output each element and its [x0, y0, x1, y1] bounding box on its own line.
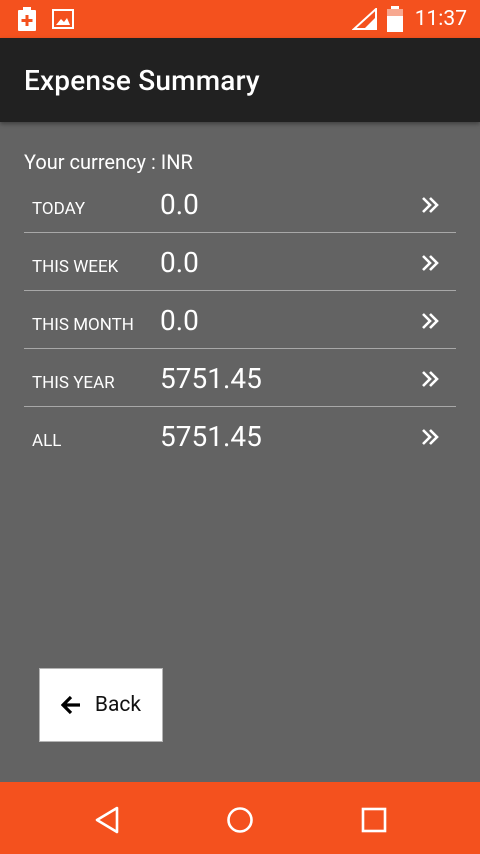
navigation-bar — [0, 782, 480, 854]
summary-list: TODAY 0.0 THIS WEEK 0.0 THIS MONTH 0.0 T… — [24, 175, 456, 464]
back-triangle-icon[interactable] — [89, 802, 125, 838]
app-bar: Expense Summary — [0, 38, 480, 122]
row-label: TODAY — [32, 199, 86, 219]
summary-row-this-year[interactable]: THIS YEAR 5751.45 — [24, 349, 456, 407]
back-button-label: Back — [94, 693, 142, 717]
row-label: THIS YEAR — [32, 373, 115, 393]
row-value: 0.0 — [160, 246, 199, 279]
status-bar: 11:37 — [0, 0, 480, 38]
row-value: 0.0 — [160, 304, 199, 337]
row-value: 0.0 — [160, 188, 199, 221]
currency-label: Your currency : INR — [24, 150, 193, 174]
summary-row-all[interactable]: ALL 5751.45 — [24, 407, 456, 464]
recents-square-icon[interactable] — [356, 802, 392, 838]
row-label: ALL — [32, 431, 62, 451]
double-chevron-right-icon[interactable] — [420, 252, 440, 274]
signal-icon — [352, 8, 377, 30]
double-chevron-right-icon[interactable] — [420, 426, 440, 448]
row-label: THIS MONTH — [32, 315, 134, 335]
row-value: 5751.45 — [160, 362, 262, 395]
double-chevron-right-icon[interactable] — [420, 194, 440, 216]
summary-row-this-week[interactable]: THIS WEEK 0.0 — [24, 233, 456, 291]
double-chevron-right-icon[interactable] — [420, 368, 440, 390]
back-button[interactable]: Back — [39, 668, 163, 742]
row-label: THIS WEEK — [32, 257, 119, 277]
battery-icon — [387, 6, 403, 32]
arrow-left-icon — [60, 695, 80, 715]
battery-plus-icon — [18, 7, 36, 31]
summary-row-today[interactable]: TODAY 0.0 — [24, 175, 456, 233]
row-value: 5751.45 — [160, 420, 262, 453]
image-icon — [52, 9, 74, 29]
status-time: 11:37 — [414, 7, 467, 31]
summary-row-this-month[interactable]: THIS MONTH 0.0 — [24, 291, 456, 349]
page-title: Expense Summary — [24, 64, 260, 97]
double-chevron-right-icon[interactable] — [420, 310, 440, 332]
home-circle-icon[interactable] — [222, 802, 258, 838]
